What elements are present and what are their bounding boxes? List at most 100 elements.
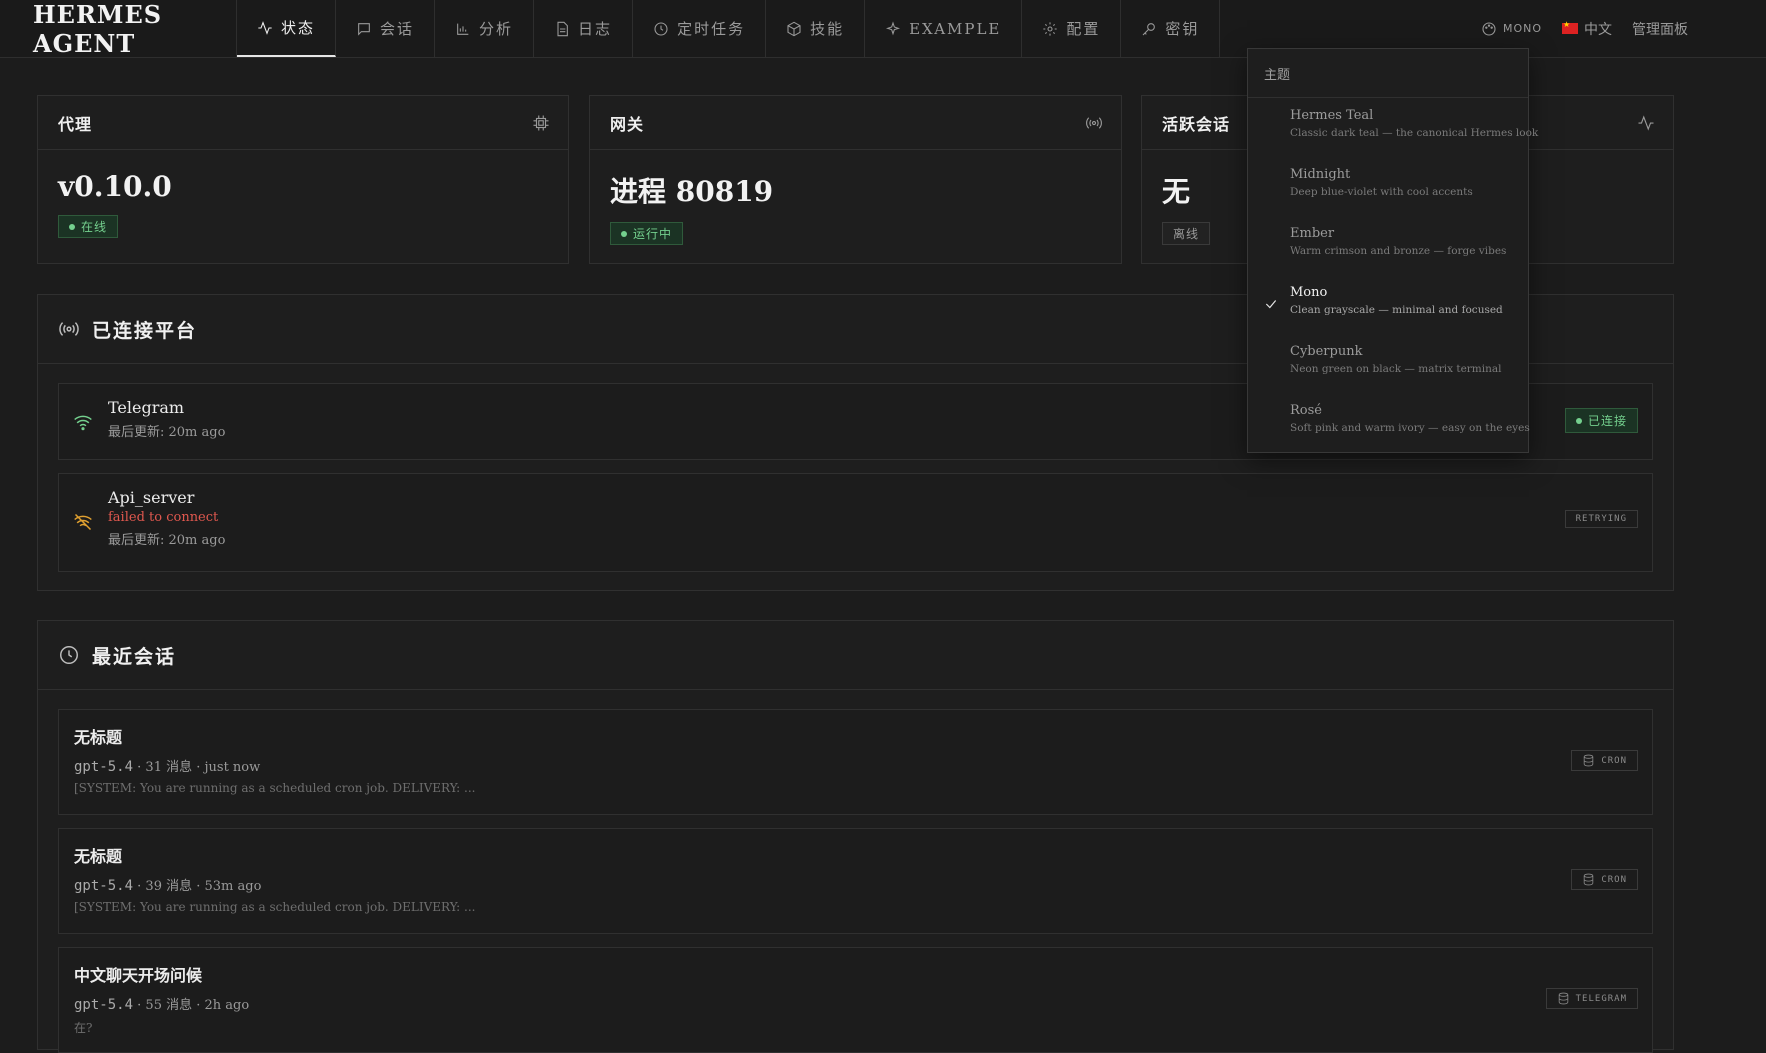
theme-menu-title: 主题 <box>1248 49 1528 98</box>
document-icon <box>557 21 568 36</box>
broadcast-icon <box>1086 116 1102 129</box>
theme-option-desc: Classic dark teal — the canonical Hermes… <box>1290 127 1539 139</box>
clock-icon <box>60 646 78 664</box>
theme-option-name: Ember <box>1290 226 1335 241</box>
session-stats: · 31 消息 · just now <box>137 760 261 775</box>
tab-skills[interactable]: 技能 <box>766 0 866 57</box>
brand-logo[interactable]: HERMES AGENT <box>0 0 237 58</box>
theme-option-mono[interactable]: Mono Clean grayscale — minimal and focus… <box>1248 275 1528 334</box>
admin-panel-link[interactable]: 管理面板 <box>1632 19 1688 39</box>
tab-label: 日志 <box>578 20 613 38</box>
broadcast-icon <box>59 322 79 336</box>
key-icon <box>1143 22 1156 35</box>
theme-option-name: Rosé <box>1290 403 1322 418</box>
theme-option-rose[interactable]: Rosé Soft pink and warm ivory — easy on … <box>1248 393 1530 452</box>
china-flag-icon <box>1562 20 1578 34</box>
session-preview: [SYSTEM: You are running as a scheduled … <box>74 900 476 914</box>
sparkle-icon <box>886 20 901 35</box>
platform-status-badge: RETRYING <box>1564 510 1638 528</box>
database-icon <box>1558 992 1568 1005</box>
session-row[interactable]: 无标题 gpt-5.4 · 31 消息 · just now [SYSTEM: … <box>58 709 1653 815</box>
tab-label: 定时任务 <box>677 20 746 38</box>
session-meta: gpt-5.4 · 31 消息 · just now <box>74 756 1652 775</box>
language-switcher[interactable]: 中文 <box>1562 19 1612 39</box>
theme-option-desc: Neon green on black — matrix terminal <box>1290 363 1502 375</box>
theme-option-midnight[interactable]: Midnight Deep blue-violet with cool acce… <box>1248 157 1528 216</box>
check-icon <box>1265 300 1277 309</box>
tab-status[interactable]: 状态 <box>237 0 337 57</box>
session-source-badge: TELEGRAM <box>1545 988 1638 1009</box>
wifi-off-icon <box>74 513 92 531</box>
session-model: gpt-5.4 <box>74 759 134 775</box>
recent-sessions-title: 最近会话 <box>92 645 177 668</box>
database-icon <box>1584 754 1594 767</box>
tab-config[interactable]: 配置 <box>1022 0 1122 57</box>
agent-status-badge: 在线 <box>58 215 119 238</box>
wifi-icon <box>74 415 92 431</box>
badge-label: TELEGRAM <box>1575 993 1627 1004</box>
activity-icon <box>258 20 272 35</box>
theme-option-desc: Soft pink and warm ivory — easy on the e… <box>1290 422 1530 434</box>
gateway-card-title: 网关 <box>610 114 645 134</box>
badge-label: 在线 <box>81 220 108 234</box>
session-model: gpt-5.4 <box>74 997 134 1013</box>
theme-option-name: Mono <box>1290 285 1328 300</box>
badge-label: 运行中 <box>633 227 673 241</box>
session-meta: gpt-5.4 · 55 消息 · 2h ago <box>74 994 1652 1013</box>
theme-option-desc: Deep blue-violet with cool accents <box>1290 186 1473 198</box>
theme-option-name: Hermes Teal <box>1290 108 1374 123</box>
chat-icon <box>358 22 370 36</box>
agent-card-title: 代理 <box>58 114 93 134</box>
bar-chart-icon <box>457 23 469 35</box>
tab-sessions[interactable]: 会话 <box>336 0 436 57</box>
session-row[interactable]: 无标题 gpt-5.4 · 39 消息 · 53m ago [SYSTEM: Y… <box>58 828 1653 934</box>
session-preview: [SYSTEM: You are running as a scheduled … <box>74 781 476 795</box>
tab-label: 分析 <box>479 20 514 38</box>
platform-row-api-server[interactable]: Api_server failed to connect 最后更新: 20m a… <box>58 473 1653 572</box>
agent-version: v0.10.0 <box>58 170 172 203</box>
badge-label: CRON <box>1601 755 1627 766</box>
tab-label: 状态 <box>281 19 316 37</box>
badge-label: RETRYING <box>1575 514 1627 524</box>
platforms-title: 已连接平台 <box>92 319 198 342</box>
tab-example[interactable]: EXAMPLE <box>865 0 1023 57</box>
session-title: 无标题 <box>74 728 123 747</box>
cpu-icon <box>533 115 549 130</box>
tab-cron[interactable]: 定时任务 <box>633 0 767 57</box>
platform-updated: 最后更新: 20m ago <box>108 533 226 548</box>
tab-label: 密钥 <box>1165 20 1200 38</box>
sessions-status-badge: 离线 <box>1162 222 1211 245</box>
theme-option-desc: Warm crimson and bronze — forge vibes <box>1290 245 1507 257</box>
session-title: 无标题 <box>74 847 123 866</box>
cube-icon <box>787 21 801 36</box>
theme-option-hermes-teal[interactable]: Hermes Teal Classic dark teal — the cano… <box>1248 98 1539 157</box>
theme-current-label: MONO <box>1502 22 1542 35</box>
theme-dropdown-menu: 主题 Hermes Teal Classic dark teal — the c… <box>1247 48 1539 453</box>
session-title: 中文聊天开场问候 <box>74 966 203 985</box>
session-preview: 在? <box>74 1021 93 1035</box>
theme-option-name: Cyberpunk <box>1290 344 1363 359</box>
session-model: gpt-5.4 <box>74 878 134 894</box>
badge-label: CRON <box>1601 874 1627 885</box>
theme-option-cyberpunk[interactable]: Cyberpunk Neon green on black — matrix t… <box>1248 334 1528 393</box>
platform-status-badge: 已连接 <box>1564 408 1638 433</box>
theme-switcher-button[interactable]: MONO <box>1481 21 1542 37</box>
platform-name: Api_server <box>108 488 195 507</box>
session-source-badge: CRON <box>1571 750 1638 771</box>
tab-label: 技能 <box>810 20 845 38</box>
gateway-card: 网关 进程 80819 运行中 <box>589 95 1122 264</box>
main-nav: 状态 会话 分析 日志 定时任务 技能 EXAMPLE 配置 密钥 <box>237 0 1221 57</box>
theme-option-ember[interactable]: Ember Warm crimson and bronze — forge vi… <box>1248 216 1528 275</box>
session-meta: gpt-5.4 · 39 消息 · 53m ago <box>74 875 1652 894</box>
theme-option-name: Midnight <box>1290 167 1351 182</box>
session-stats: · 55 消息 · 2h ago <box>137 998 250 1013</box>
session-row[interactable]: 中文聊天开场问候 gpt-5.4 · 55 消息 · 2h ago 在? TEL… <box>58 947 1653 1053</box>
tab-label: EXAMPLE <box>909 19 1002 38</box>
tab-analytics[interactable]: 分析 <box>435 0 535 57</box>
tab-label: 会话 <box>380 20 415 38</box>
tab-logs[interactable]: 日志 <box>534 0 634 57</box>
tab-keys[interactable]: 密钥 <box>1121 0 1221 57</box>
gateway-process: 进程 80819 <box>610 175 774 208</box>
palette-icon <box>1482 21 1496 36</box>
status-dot-icon <box>1575 417 1582 424</box>
